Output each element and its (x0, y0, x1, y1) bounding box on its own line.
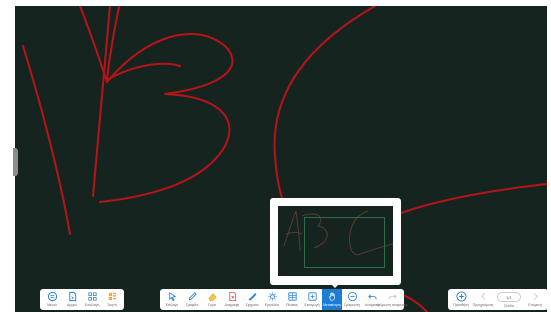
tool-table-label: Πίνακας (285, 303, 299, 307)
prev-page-label: Προηγούμενη (472, 303, 494, 307)
left-scene-label: Σκηνή (107, 303, 117, 307)
minimap-canvas[interactable] (278, 206, 393, 276)
zoom-out-icon (347, 291, 357, 302)
tool-redo-label: Ακύρωση αναίρεσης (376, 303, 408, 307)
left-menu-label: Μενού (47, 303, 57, 307)
table-icon (287, 292, 297, 301)
next-page-button[interactable]: Επόμενη (524, 289, 546, 310)
page-label: Σελίδα (504, 304, 514, 308)
pen-icon (188, 292, 197, 301)
add-page-icon (455, 291, 467, 302)
left-switch-button[interactable]: Εναλλαγή (82, 289, 102, 310)
side-panel-handle[interactable] (13, 148, 18, 176)
tool-shapes-button[interactable]: Σχήματα (242, 289, 262, 310)
insert-icon (307, 292, 317, 301)
file-icon (68, 291, 76, 302)
tool-zoom-out-button[interactable]: Σμίκρυνση (342, 289, 362, 310)
tool-zoom-out-label: Σμίκρυνση (344, 303, 360, 307)
navigator-minimap[interactable] (270, 198, 401, 288)
select-arrow-icon (168, 292, 176, 302)
tool-tools-gear-label: Εργαλεία (265, 303, 279, 307)
main-toolbar: Επιλογή Γραφίδα Γόμα Διαγραφή Σχήματα Εργαλεί… (160, 289, 407, 310)
tool-pen-button[interactable]: Γραφίδα (182, 289, 202, 310)
tool-pan-hand-label: Μετακίνηση (323, 303, 341, 307)
tool-pen-label: Γραφίδα (185, 303, 199, 307)
add-page-button[interactable]: Προσθήκη (450, 289, 472, 310)
tool-shapes-label: Σχήματα (245, 303, 259, 307)
left-switch-label: Εναλλαγή (84, 303, 100, 307)
left-file-label: Αρχείο (66, 303, 78, 307)
tool-eraser-button[interactable]: Γόμα (202, 289, 222, 310)
tool-pan-hand-button[interactable]: Μετακίνηση (322, 289, 342, 310)
minimap-viewport-frame[interactable] (304, 217, 385, 268)
tool-select-arrow-button[interactable]: Επιλογή (162, 289, 182, 310)
left-menu-button[interactable]: Μενού (42, 289, 62, 310)
prev-page-button[interactable]: Προηγούμενη (472, 289, 494, 310)
next-page-label: Επόμενη (528, 303, 542, 307)
tool-clear-label: Διαγραφή (224, 303, 240, 307)
menu-icon (47, 291, 57, 302)
tool-clear-button[interactable]: Διαγραφή (222, 289, 242, 310)
page-indicator[interactable]: 1/1 Σελίδα (494, 289, 524, 308)
tools-gear-icon (267, 292, 277, 301)
scene-icon (108, 292, 116, 301)
chevron-right-icon (533, 292, 538, 301)
pan-hand-icon (328, 292, 335, 301)
switch-icon (87, 292, 97, 301)
add-page-label: Προσθήκη (453, 303, 469, 307)
left-scene-button[interactable]: Σκηνή (102, 289, 122, 310)
tool-insert-label: Εισαγωγή (304, 303, 320, 307)
eraser-icon (207, 293, 217, 301)
left-toolbar: Μενού Αρχείο Εναλλαγή Σκηνή (40, 289, 124, 310)
navigator-pointer (329, 282, 341, 288)
tool-eraser-label: Γόμα (208, 303, 216, 307)
tool-redo-button[interactable]: Ακύρωση αναίρεσης (377, 289, 407, 310)
chevron-left-icon (480, 292, 485, 301)
clear-icon (228, 291, 236, 302)
left-file-button[interactable]: Αρχείο (62, 289, 82, 310)
redo-icon (387, 294, 397, 300)
tool-table-button[interactable]: Πίνακας (282, 289, 302, 310)
tool-tools-gear-button[interactable]: Εργαλεία (262, 289, 282, 310)
page-toolbar: Προσθήκη Προηγούμενη 1/1 Σελίδα Επόμενη (448, 289, 548, 310)
shapes-icon (248, 292, 256, 301)
tool-insert-button[interactable]: Εισαγωγή (302, 289, 322, 310)
undo-icon (367, 294, 377, 300)
tool-select-arrow-label: Επιλογή (165, 303, 179, 307)
page-number[interactable]: 1/1 (497, 292, 521, 302)
